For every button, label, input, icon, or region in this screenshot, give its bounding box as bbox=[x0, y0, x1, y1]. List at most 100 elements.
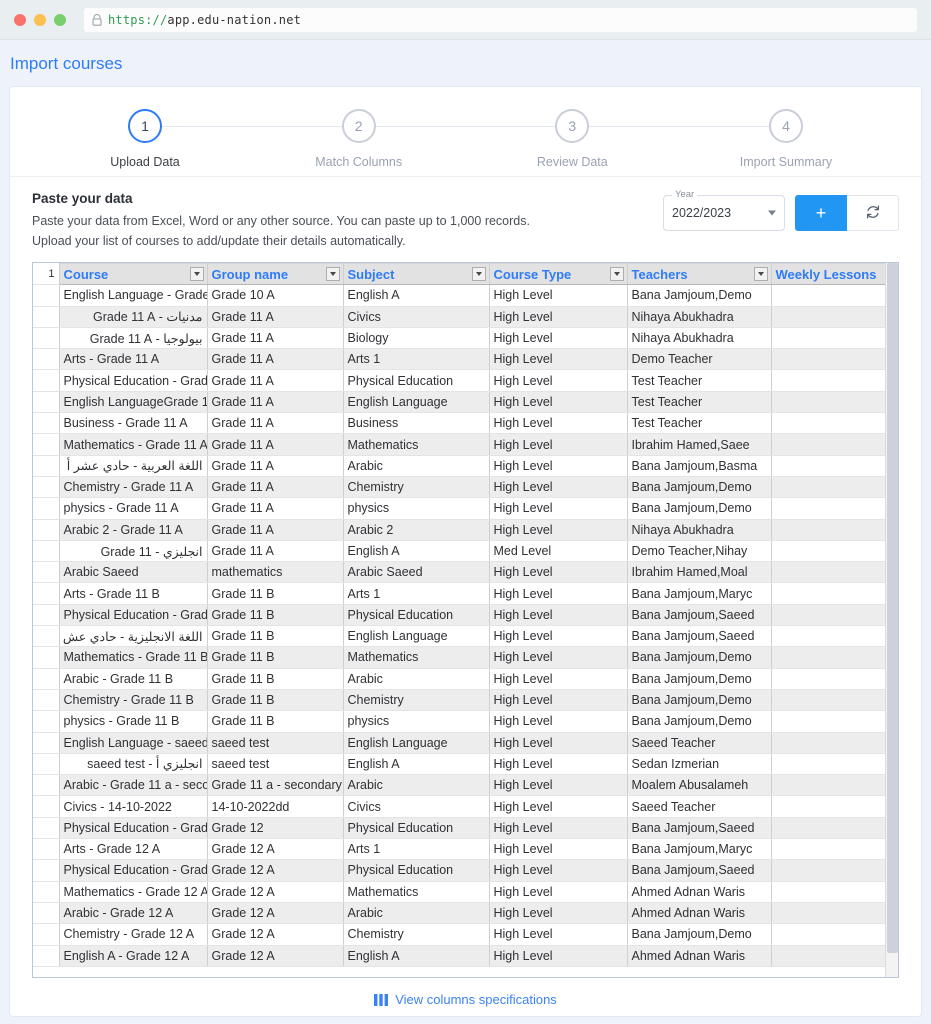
cell-lessons[interactable]: 4 bbox=[771, 881, 898, 903]
cell-type[interactable]: High Level bbox=[489, 412, 628, 435]
cell-type[interactable]: High Level bbox=[489, 348, 628, 371]
table-row[interactable]: physics - Grade 11 A Grade 11 Aphysics Hig… bbox=[33, 497, 898, 520]
cell-course[interactable]: physics - Grade 11 A bbox=[59, 497, 208, 520]
cell-teachers[interactable]: Bana Jamjoum,Saeed bbox=[627, 625, 772, 648]
cell-teachers[interactable]: Demo Teacher bbox=[627, 348, 772, 371]
column-header-course[interactable]: Course bbox=[59, 263, 208, 286]
table-row[interactable]: انجليزي - Grade 11 Grade 11 A English A Med… bbox=[33, 540, 898, 563]
cell-group[interactable]: Grade 11 B bbox=[207, 625, 344, 648]
cell-teachers[interactable]: Bana Jamjoum,Demo bbox=[627, 923, 772, 946]
cell-teachers[interactable]: Nihaya Abukhadra bbox=[627, 519, 772, 541]
cell-group[interactable]: Grade 11 B bbox=[207, 668, 344, 690]
cell-teachers[interactable]: Nihaya Abukhadra bbox=[627, 327, 772, 350]
cell-teachers[interactable]: Ahmed Adnan Waris bbox=[627, 902, 772, 925]
cell-group[interactable]: Grade 10 A bbox=[207, 284, 344, 307]
spreadsheet-scroll-thumb[interactable] bbox=[887, 263, 898, 953]
cell-subject[interactable]: English A bbox=[343, 540, 490, 563]
refresh-button[interactable] bbox=[847, 195, 899, 231]
step-upload-data[interactable]: 1 Upload Data bbox=[70, 109, 220, 169]
cell-type[interactable]: High Level bbox=[489, 604, 628, 627]
cell-teachers[interactable]: Bana Jamjoum,Demo bbox=[627, 710, 772, 733]
cell-subject[interactable]: Arabic bbox=[343, 774, 490, 797]
cell-course[interactable]: Mathematics - Grade 12 A bbox=[59, 881, 208, 903]
cell-lessons[interactable]: 23 bbox=[771, 945, 898, 967]
cell-type[interactable]: High Level bbox=[489, 582, 628, 605]
cell-lessons[interactable]: 3 bbox=[771, 391, 898, 414]
cell-teachers[interactable]: Saeed Teacher bbox=[627, 732, 772, 754]
cell-course[interactable]: English Language - Grade 10 A bbox=[59, 284, 208, 307]
cell-group[interactable]: Grade 11 A bbox=[207, 327, 344, 350]
cell-group[interactable]: Grade 12 A bbox=[207, 881, 344, 903]
cell-lessons[interactable]: 3 bbox=[771, 476, 898, 499]
cell-group[interactable]: Grade 11 A bbox=[207, 348, 344, 371]
cell-teachers[interactable]: Bana Jamjoum,Demo bbox=[627, 646, 772, 669]
table-row[interactable]: بيولوجيا - Grade 11 A Grade 11 A Biology Hi… bbox=[33, 327, 898, 350]
cell-teachers[interactable]: Bana Jamjoum,Maryc bbox=[627, 582, 772, 605]
table-row[interactable]: English A - Grade 12 A Grade 12 A English … bbox=[33, 945, 898, 967]
cell-lessons[interactable]: 1 bbox=[771, 284, 898, 307]
cell-course[interactable]: مدنيات - Grade 11 A bbox=[59, 306, 208, 328]
table-row[interactable]: Arabic - Grade 12 A Grade 12 A Arabic High … bbox=[33, 902, 898, 925]
cell-subject[interactable]: Arts 1 bbox=[343, 838, 490, 861]
cell-group[interactable]: Grade 11 A bbox=[207, 433, 344, 456]
cell-lessons[interactable]: 0 bbox=[771, 817, 898, 840]
cell-course[interactable]: Arabic - Grade 12 A bbox=[59, 902, 208, 925]
cell-group[interactable]: mathematics bbox=[207, 561, 344, 584]
cell-type[interactable]: High Level bbox=[489, 668, 628, 690]
cell-lessons[interactable]: 3 bbox=[771, 668, 898, 690]
cell-lessons[interactable]: 0 bbox=[771, 604, 898, 627]
cell-lessons[interactable]: 6 bbox=[771, 412, 898, 435]
cell-lessons[interactable]: 0 bbox=[771, 859, 898, 882]
table-row[interactable]: Arts - Grade 12 A Grade 12 A Arts 1 High Le… bbox=[33, 838, 898, 861]
table-row[interactable]: Mathematics - Grade 12 A Grade 12 A Mathem… bbox=[33, 881, 898, 903]
cell-lessons[interactable]: 5 bbox=[771, 348, 898, 371]
cell-teachers[interactable]: Test Teacher bbox=[627, 391, 772, 414]
cell-teachers[interactable]: Bana Jamjoum,Maryc bbox=[627, 838, 772, 861]
cell-group[interactable]: Grade 11 A bbox=[207, 540, 344, 563]
cell-subject[interactable]: Physical Education bbox=[343, 369, 490, 392]
cell-course[interactable]: Physical Education - Grade 11 B bbox=[59, 604, 208, 627]
cell-course[interactable]: Arts - Grade 12 A bbox=[59, 838, 208, 861]
cell-course[interactable]: Arts - Grade 11 B bbox=[59, 582, 208, 605]
minimize-window-button[interactable] bbox=[34, 13, 46, 26]
cell-type[interactable]: High Level bbox=[489, 561, 628, 584]
cell-group[interactable]: Grade 11 A bbox=[207, 476, 344, 499]
cell-lessons[interactable]: 2 bbox=[771, 327, 898, 350]
cell-subject[interactable]: Arabic bbox=[343, 668, 490, 690]
cell-type[interactable]: High Level bbox=[489, 306, 628, 328]
cell-group[interactable]: Grade 12 A bbox=[207, 945, 344, 967]
table-row[interactable]: Chemistry - Grade 11 A Grade 11 A Chemistr… bbox=[33, 476, 898, 499]
cell-subject[interactable]: Arts 1 bbox=[343, 348, 490, 371]
cell-group[interactable]: Grade 11 A bbox=[207, 455, 344, 477]
cell-type[interactable]: High Level bbox=[489, 859, 628, 882]
cell-type[interactable]: High Level bbox=[489, 391, 628, 414]
cell-lessons[interactable]: 0 bbox=[771, 710, 898, 733]
cell-teachers[interactable]: Bana Jamjoum,Saeed bbox=[627, 604, 772, 627]
cell-course[interactable]: English LanguageGrade 11 A bbox=[59, 391, 208, 414]
cell-course[interactable]: physics - Grade 11 B bbox=[59, 710, 208, 733]
cell-type[interactable]: High Level bbox=[489, 795, 628, 818]
cell-course[interactable]: Mathematics - Grade 11 B bbox=[59, 646, 208, 669]
table-row[interactable]: English LanguageGrade 11 AGrade 11 AEngl… bbox=[33, 391, 898, 414]
cell-subject[interactable]: English Language bbox=[343, 391, 490, 414]
cell-subject[interactable]: Arabic 2 bbox=[343, 519, 490, 541]
table-row[interactable]: Physical Education - Grade 12Grade 12Phy… bbox=[33, 817, 898, 840]
cell-lessons[interactable]: 4 bbox=[771, 753, 898, 776]
table-row[interactable]: Physical Education - Grade 12 AGrade 12 … bbox=[33, 859, 898, 882]
view-columns-specifications-link[interactable]: View columns specifications bbox=[395, 992, 557, 1007]
table-row[interactable]: Physical Education - Grade 11 AGrade 11 … bbox=[33, 369, 898, 392]
cell-course[interactable]: Business - Grade 11 A bbox=[59, 412, 208, 435]
cell-group[interactable]: Grade 12 bbox=[207, 817, 344, 840]
cell-subject[interactable]: Physical Education bbox=[343, 859, 490, 882]
cell-course[interactable]: انجليزي أ - saeed test bbox=[59, 753, 208, 776]
cell-group[interactable]: saeed test bbox=[207, 753, 344, 776]
cell-lessons[interactable]: 2 bbox=[771, 497, 898, 520]
column-header-group-name[interactable]: Group name bbox=[207, 263, 344, 286]
cell-type[interactable]: High Level bbox=[489, 902, 628, 925]
cell-group[interactable]: Grade 12 A bbox=[207, 859, 344, 882]
table-row[interactable]: Arabic Saeed mathematics Arabic Saeed High … bbox=[33, 561, 898, 584]
cell-teachers[interactable]: Moalem Abusalameh bbox=[627, 774, 772, 797]
cell-type[interactable]: High Level bbox=[489, 945, 628, 967]
cell-subject[interactable]: Arabic bbox=[343, 902, 490, 925]
cell-subject[interactable]: Arabic Saeed bbox=[343, 561, 490, 584]
